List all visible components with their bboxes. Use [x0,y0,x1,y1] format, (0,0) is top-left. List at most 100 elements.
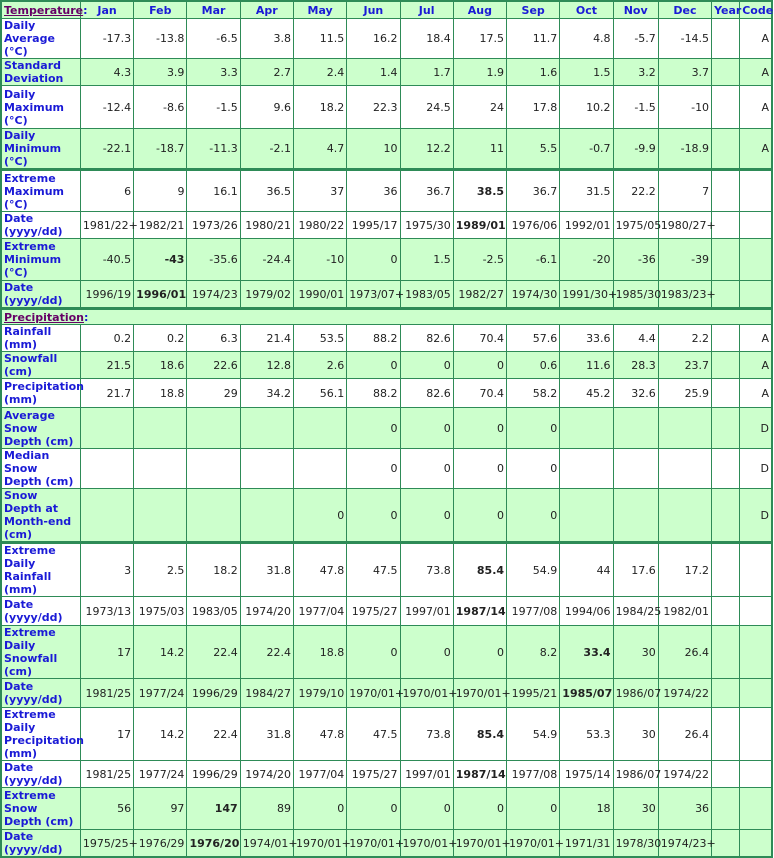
precipitation-section-link[interactable]: Precipitation [4,311,84,324]
row-label: Extreme Maximum (°C) [0,168,81,212]
value-cell: 1977/04 [292,596,348,626]
value-cell: 1970/01+ [452,678,511,708]
value-cell [657,448,713,489]
value-cell: 3 [79,541,135,597]
year-cell [711,596,741,626]
value-cell: 6.3 [186,324,241,352]
value-cell: -43 [133,238,188,281]
value-cell [657,407,713,449]
value-cell [559,488,614,543]
year-cell [711,238,741,281]
value-cell: 4.8 [559,18,614,59]
col-header-mar: Mar [186,0,241,19]
row-label: Extreme Minimum (°C) [0,238,81,281]
header-row: Temperature: Jan Feb Mar Apr May Jun Jul… [0,0,773,19]
value-cell: 1979/10 [292,678,348,708]
value-cell: 1975/27 [346,596,401,626]
year-cell [711,829,741,858]
value-cell: 47.5 [346,541,401,597]
table-row: Extreme Daily Precipitation (mm) 17 14.2 22… [0,707,773,761]
value-cell: 1978/30 [612,829,661,858]
col-header-year: Year [711,0,741,19]
col-header-nov: Nov [612,0,659,19]
value-cell: 1970/01+ [506,829,564,858]
table-row: Extreme Daily Snowfall (cm) 17 14.2 22.4 22.… [0,625,773,679]
value-cell [657,488,713,543]
value-cell [79,407,135,449]
value-cell: 1981/25 [79,678,135,708]
value-cell: 1975/05 [612,211,661,239]
value-cell: 53.5 [292,324,348,352]
value-cell: 56 [79,787,135,830]
code-cell [739,211,773,239]
code-cell [739,596,773,626]
value-cell: -10 [292,238,348,281]
row-label: Date (yyyy/dd) [0,678,81,708]
value-cell: 53.3 [559,707,614,761]
col-header-jan: Jan [79,0,135,19]
col-header-feb: Feb [133,0,188,19]
value-cell: 1.9 [452,58,508,86]
value-cell: 88.2 [346,324,401,352]
code-cell [739,829,773,858]
section-colon: : [83,3,88,17]
value-cell: 0.2 [133,324,188,352]
col-header-code: Code [739,0,773,19]
value-cell: 1995/17 [346,211,401,239]
value-cell: 1995/21 [506,678,561,708]
value-cell: 2.4 [292,58,348,86]
value-cell: 1997/01 [399,760,454,788]
value-cell: -18.7 [133,128,188,170]
year-cell [711,448,741,489]
value-cell: 5.5 [506,128,561,170]
value-cell: 1976/20 [186,829,241,858]
value-cell: 2.7 [239,58,294,86]
value-cell: 16.1 [186,168,241,212]
value-cell: 89 [239,787,294,830]
year-cell [711,280,741,309]
value-cell: 18.2 [186,541,241,597]
value-cell [292,407,348,449]
value-cell: 30 [612,707,659,761]
value-cell: 17 [79,625,135,679]
value-cell: 0 [452,787,508,830]
value-cell: -22.1 [79,128,135,170]
value-cell: 147 [186,787,241,830]
code-cell [739,678,773,708]
value-cell: 0 [399,488,454,543]
value-cell: 1985/30 [612,280,661,309]
value-cell: -9.9 [612,128,659,170]
precipitation-section-header-group: Precipitation: [0,307,773,325]
precipitation-section: Rainfall (mm) 0.2 0.2 6.3 21.4 53.5 88.2 82.6 70… [0,324,773,858]
value-cell: -36 [612,238,659,281]
value-cell: 11.5 [292,18,348,59]
value-cell: 1974/20 [239,760,294,788]
temperature-section-link[interactable]: Temperature [4,4,83,17]
value-cell: 18.8 [133,378,188,408]
value-cell: 21.7 [79,378,135,408]
value-cell [239,407,294,449]
value-cell: 32.6 [612,378,659,408]
value-cell: 1974/01+ [239,829,298,858]
value-cell: -13.8 [133,18,188,59]
value-cell: 47.8 [292,541,348,597]
value-cell: 57.6 [506,324,561,352]
row-label: Median Snow Depth (cm) [0,448,81,489]
value-cell: 1.5 [559,58,614,86]
code-cell: A [739,18,773,59]
value-cell [79,488,135,543]
value-cell: 9 [133,168,188,212]
value-cell: 22.4 [186,707,241,761]
row-label: Snow Depth at Month-end (cm) [0,488,81,543]
code-cell [739,625,773,679]
value-cell: -11.3 [186,128,241,170]
table-row: Standard Deviation 4.3 3.9 3.3 2.7 2.4 1.4 1.7 1… [0,58,773,86]
value-cell: 1983/23+ [657,280,716,309]
value-cell: 1987/14 [452,760,508,788]
value-cell: 73.8 [399,541,454,597]
year-cell [711,760,741,788]
value-cell: -8.6 [133,85,188,129]
value-cell: 1974/20 [239,596,294,626]
table-row: Extreme Daily Rainfall (mm) 3 2.5 18.2 31.8 4… [0,541,773,597]
value-cell: 0 [346,625,401,679]
